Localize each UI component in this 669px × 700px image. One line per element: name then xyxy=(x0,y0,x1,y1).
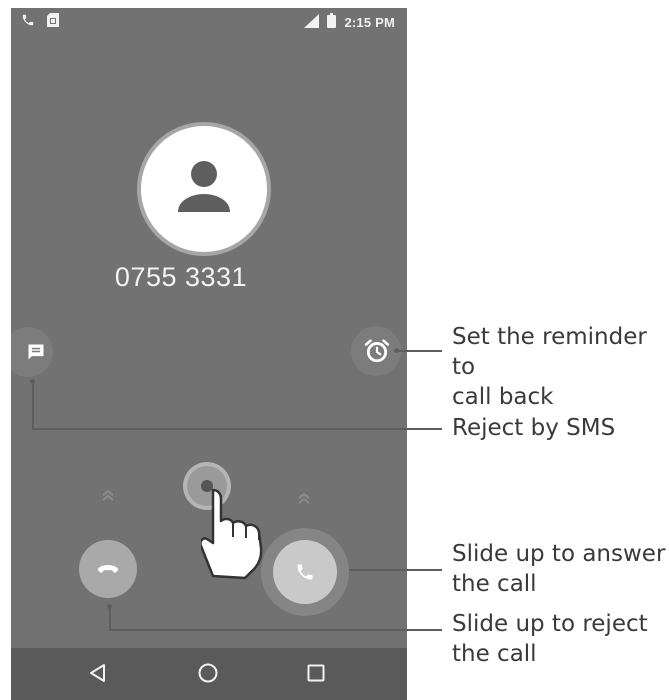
alarm-clock-icon xyxy=(364,339,390,363)
sim-icon xyxy=(47,13,59,30)
answer-chevron-icon xyxy=(297,491,311,510)
hand-gesture-icon xyxy=(201,488,263,580)
status-bar: 2:15 PM xyxy=(11,8,407,34)
status-time: 2:15 PM xyxy=(344,14,395,30)
sms-line-horizontal xyxy=(32,428,442,430)
signal-icon xyxy=(304,13,320,31)
battery-icon xyxy=(327,13,337,31)
sms-callout: Reject by SMS xyxy=(452,415,616,441)
reminder-callout: Set the reminder to call back xyxy=(452,324,647,410)
navigation-bar xyxy=(11,648,407,700)
reject-by-sms-button[interactable] xyxy=(11,327,53,377)
caller-number: 0755 3331 xyxy=(114,262,248,292)
sms-line-vertical xyxy=(32,381,34,429)
answer-callout: Slide up to answer the call xyxy=(452,541,666,597)
incoming-call-screen: 2:15 PM 0755 3331 xyxy=(11,8,407,700)
home-icon[interactable] xyxy=(197,662,219,684)
reject-call-button[interactable] xyxy=(79,540,137,598)
person-icon xyxy=(178,161,230,212)
reject-line-horizontal xyxy=(109,629,442,631)
reject-chevron-icon xyxy=(101,488,115,507)
back-icon[interactable] xyxy=(87,662,109,684)
reminder-line xyxy=(396,350,442,352)
hang-up-icon xyxy=(97,565,119,573)
reject-line-vertical xyxy=(109,606,111,630)
reject-callout: Slide up to reject the call xyxy=(452,611,648,667)
recents-icon[interactable] xyxy=(305,662,327,684)
message-icon xyxy=(28,344,44,360)
phone-icon xyxy=(297,564,313,580)
contact-avatar xyxy=(141,126,267,252)
call-icon xyxy=(21,13,35,30)
answer-line xyxy=(349,569,442,571)
